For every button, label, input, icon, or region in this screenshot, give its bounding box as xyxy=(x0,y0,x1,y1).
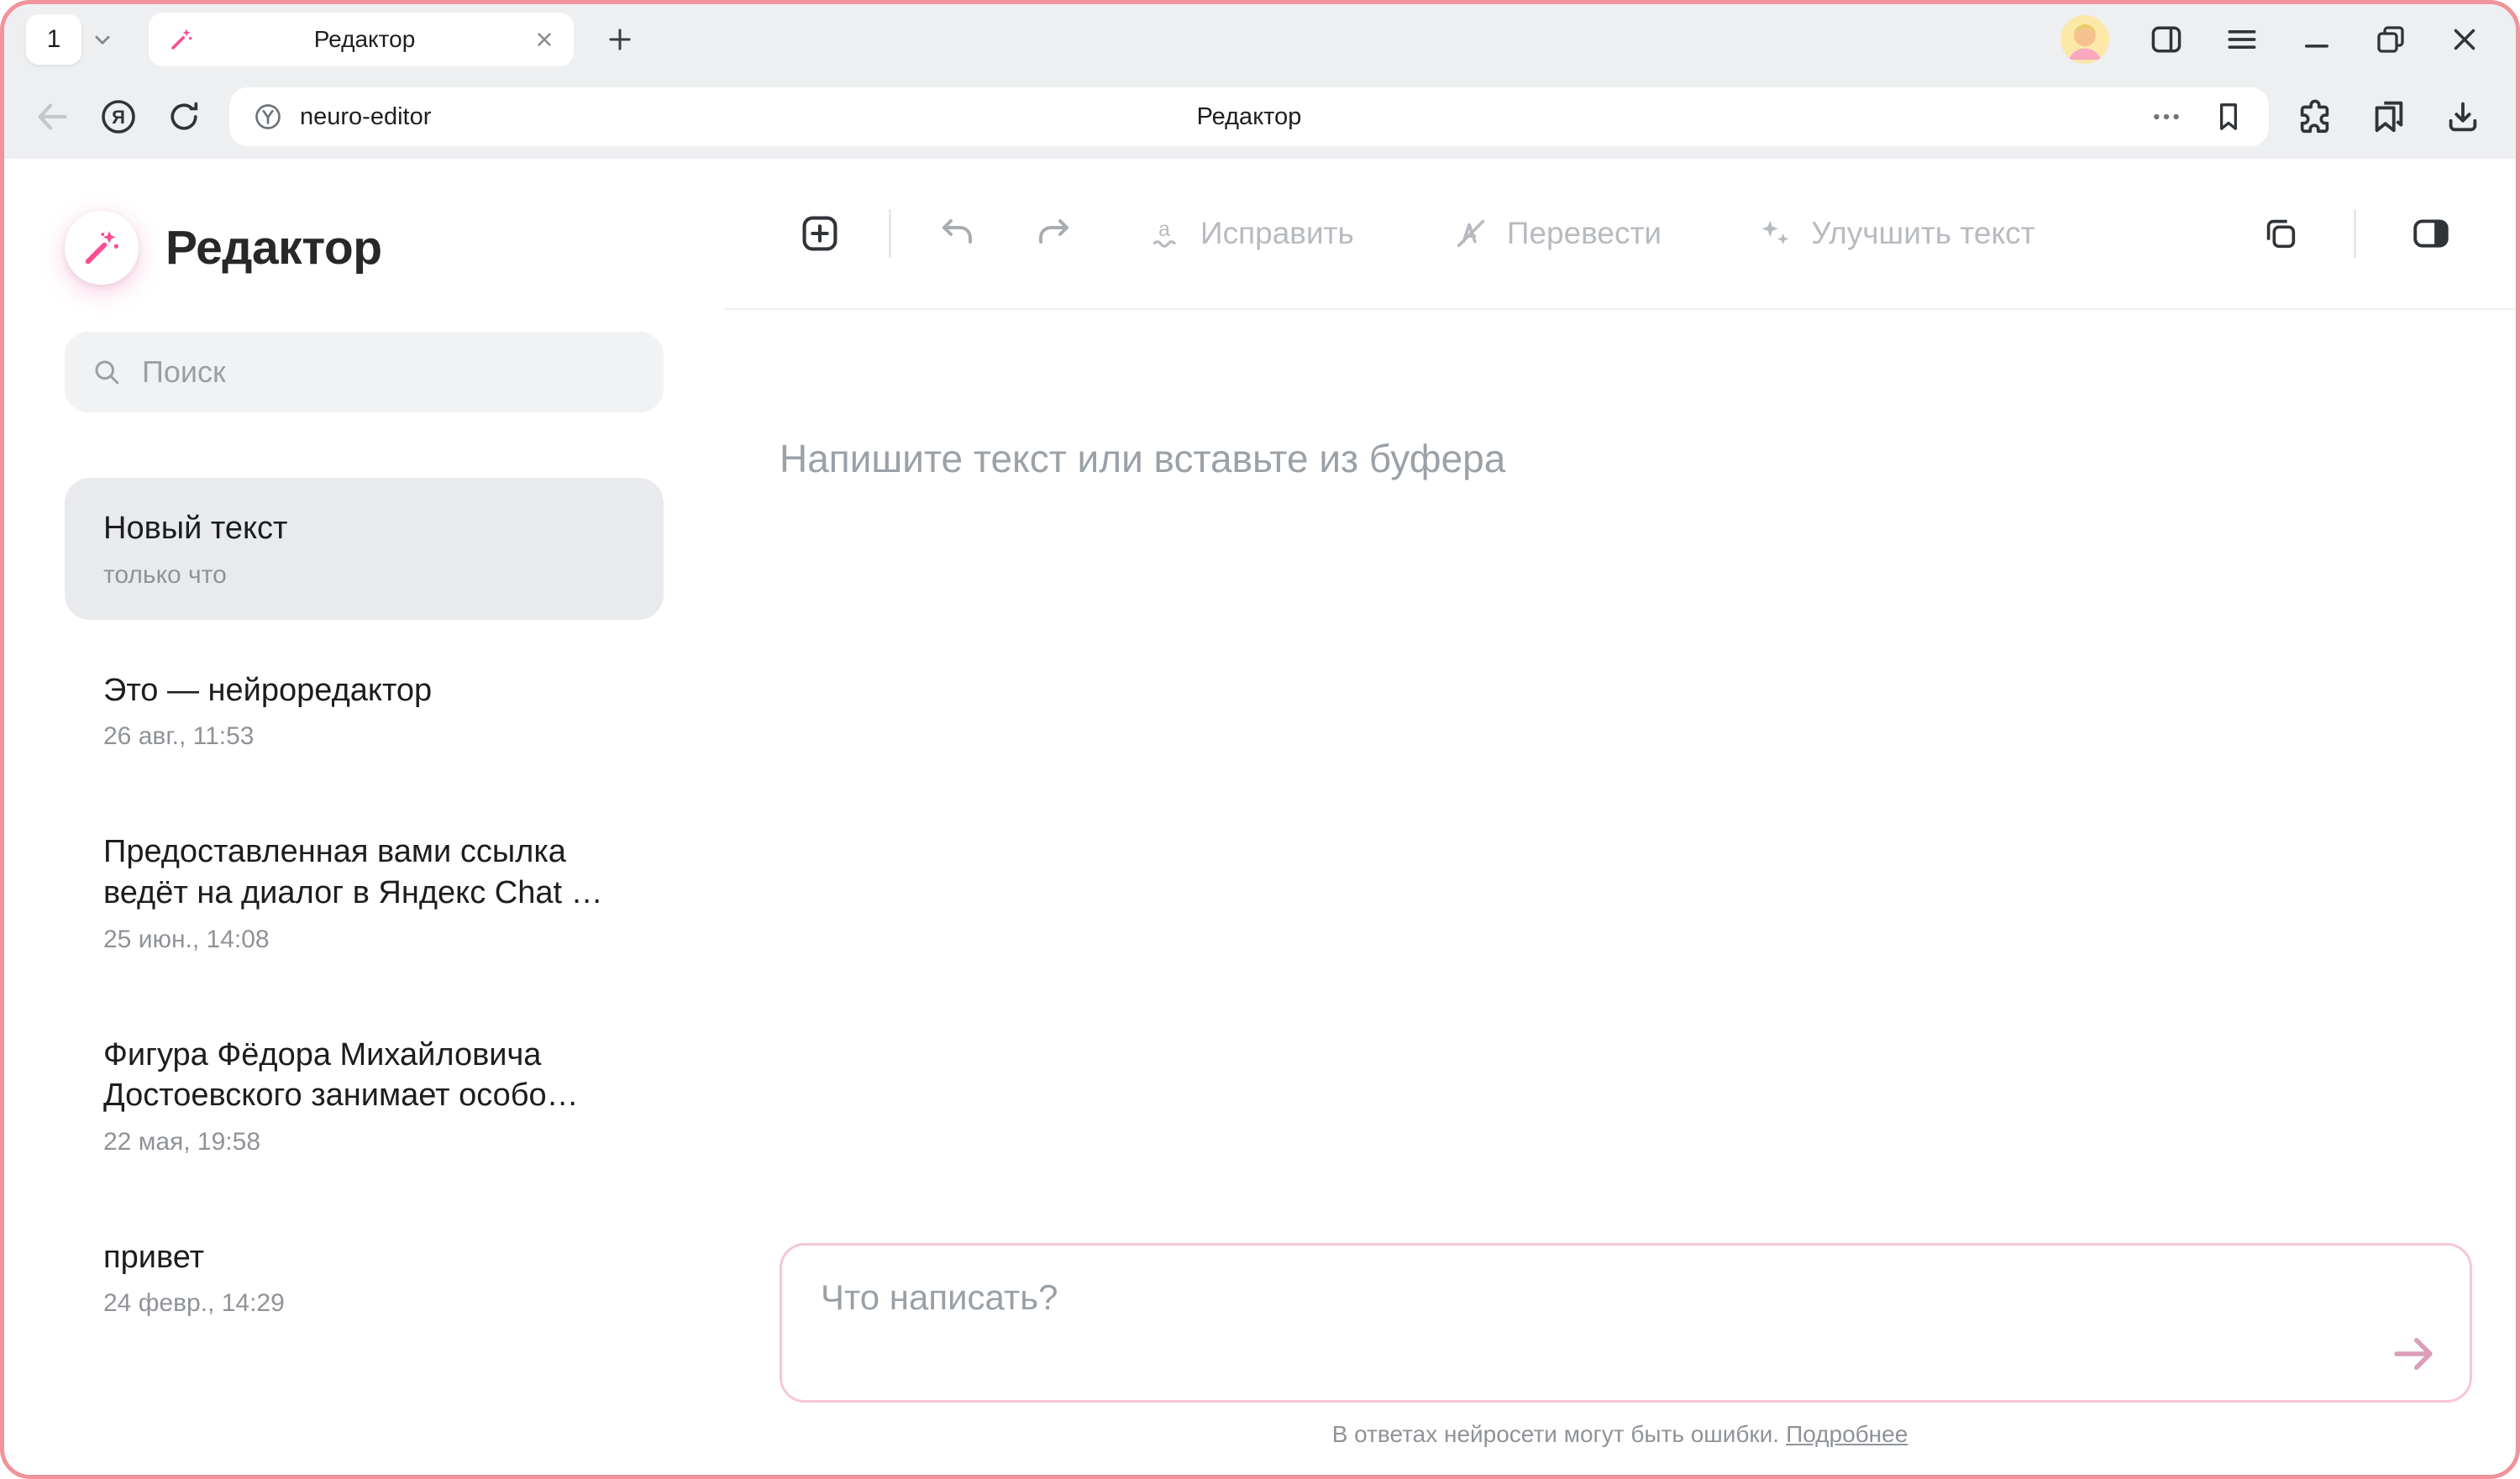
new-document-icon[interactable] xyxy=(798,212,842,255)
page-content: Редактор Новый текст только что Это — не… xyxy=(4,159,2516,1475)
window-restore-button[interactable] xyxy=(2373,22,2408,57)
more-dots-icon[interactable] xyxy=(2150,100,2183,134)
editor-placeholder: Напишите текст или вставьте из буфера xyxy=(780,436,2460,481)
doc-meta: 26 авг., 11:53 xyxy=(103,722,625,751)
menu-hamburger-icon[interactable] xyxy=(2223,21,2260,58)
prompt-area xyxy=(780,1243,2472,1403)
window-minimize-button[interactable] xyxy=(2299,22,2334,57)
sparkles-icon xyxy=(1756,214,1794,253)
prompt-box[interactable] xyxy=(780,1243,2472,1403)
doc-meta: 22 мая, 19:58 xyxy=(103,1128,625,1156)
chevron-down-icon[interactable] xyxy=(88,25,117,54)
omnibox-page-title: Редактор xyxy=(1197,103,1302,131)
yandex-button[interactable]: Я xyxy=(98,97,139,137)
reload-icon[interactable] xyxy=(165,98,202,135)
bookmark-flag-icon[interactable] xyxy=(2212,100,2245,134)
editor-surface[interactable]: Напишите текст или вставьте из буфера xyxy=(724,310,2516,1243)
document-list: Новый текст только что Это — нейроредакт… xyxy=(65,478,664,1348)
doc-meta: 25 июн., 14:08 xyxy=(103,926,625,954)
fix-letter-icon: а xyxy=(1145,214,1184,253)
copy-icon[interactable] xyxy=(2261,214,2300,253)
tab-counter-button[interactable]: 1 xyxy=(26,14,81,65)
doc-item-new-text[interactable]: Новый текст только что xyxy=(65,478,664,620)
disclaimer-footer: В ответах нейросети могут быть ошибки. По… xyxy=(724,1403,2516,1475)
redo-icon[interactable] xyxy=(1032,213,1073,254)
translate-label: Перевести xyxy=(1507,216,1662,251)
doc-title: Фигура Фёдора Михайловича Достоевского з… xyxy=(103,1035,625,1116)
improve-text-button[interactable]: Улучшить текст xyxy=(1756,214,2034,253)
toolbar-divider xyxy=(2354,209,2356,258)
svg-text:а: а xyxy=(1158,218,1170,241)
doc-item[interactable]: привет 24 февр., 14:29 xyxy=(65,1207,664,1349)
browser-tab[interactable]: Редактор xyxy=(149,13,574,66)
magic-wand-logo-icon xyxy=(65,211,139,285)
tab-title: Редактор xyxy=(196,26,533,53)
translate-icon xyxy=(1452,214,1490,253)
editor-toolbar: а Исправить Перевести Улучшить текст xyxy=(724,159,2516,310)
doc-meta: 24 февр., 14:29 xyxy=(103,1289,625,1318)
toolbar-divider xyxy=(889,209,891,258)
address-bar[interactable]: neuro-editor Редактор xyxy=(229,87,2269,146)
address-row: Я neuro-editor Редактор xyxy=(4,75,2516,159)
tab-count: 1 xyxy=(47,25,61,54)
doc-item[interactable]: Это — нейроредактор 26 авг., 11:53 xyxy=(65,640,664,782)
doc-title: Предоставленная вами ссылка ведёт на диа… xyxy=(103,831,625,913)
prompt-input[interactable] xyxy=(782,1246,2470,1400)
sidebar: Редактор Новый текст только что Это — не… xyxy=(4,159,724,1475)
site-favicon-icon xyxy=(253,102,283,132)
doc-title: Новый текст xyxy=(103,508,625,549)
tabbar-right-controls xyxy=(2061,15,2494,64)
app-title: Редактор xyxy=(165,220,382,275)
improve-label: Улучшить текст xyxy=(1811,216,2034,251)
undo-icon[interactable] xyxy=(938,213,979,254)
search-box[interactable] xyxy=(65,332,664,412)
send-arrow-button[interactable] xyxy=(2386,1326,2441,1382)
extensions-puzzle-icon[interactable] xyxy=(2296,97,2334,136)
fix-text-button[interactable]: а Исправить xyxy=(1145,214,1354,253)
disclaimer-link[interactable]: Подробнее xyxy=(1786,1421,1908,1447)
side-panel-icon[interactable] xyxy=(2148,21,2185,58)
doc-item[interactable]: Предоставленная вами ссылка ведёт на диа… xyxy=(65,801,664,983)
doc-title: Это — нейроредактор xyxy=(103,670,625,711)
downloads-icon[interactable] xyxy=(2444,97,2482,136)
user-avatar[interactable] xyxy=(2061,15,2109,64)
doc-meta: только что xyxy=(103,561,625,590)
window-close-button[interactable] xyxy=(2447,22,2482,57)
browser-window: 1 Редактор xyxy=(0,0,2520,1479)
back-arrow-icon[interactable] xyxy=(33,97,71,136)
fix-label: Исправить xyxy=(1200,216,1354,251)
translate-button[interactable]: Перевести xyxy=(1452,214,1662,253)
tab-bar: 1 Редактор xyxy=(4,4,2516,75)
new-tab-button[interactable] xyxy=(604,24,636,55)
panel-toggle-icon[interactable] xyxy=(2410,212,2452,254)
collections-icon[interactable] xyxy=(2370,97,2408,136)
disclaimer-text: В ответах нейросети могут быть ошибки. xyxy=(1332,1421,1779,1447)
search-icon xyxy=(92,357,122,387)
svg-text:Я: Я xyxy=(112,107,125,128)
doc-title: привет xyxy=(103,1237,625,1278)
app-logo-row: Редактор xyxy=(65,211,664,285)
tab-close-icon[interactable] xyxy=(533,29,555,50)
editor-main: а Исправить Перевести Улучшить текст xyxy=(724,159,2516,1475)
search-input[interactable] xyxy=(140,354,637,391)
address-url: neuro-editor xyxy=(300,103,431,131)
doc-item[interactable]: Фигура Фёдора Михайловича Достоевского з… xyxy=(65,1004,664,1187)
tab-favicon-wand-icon xyxy=(167,25,196,54)
